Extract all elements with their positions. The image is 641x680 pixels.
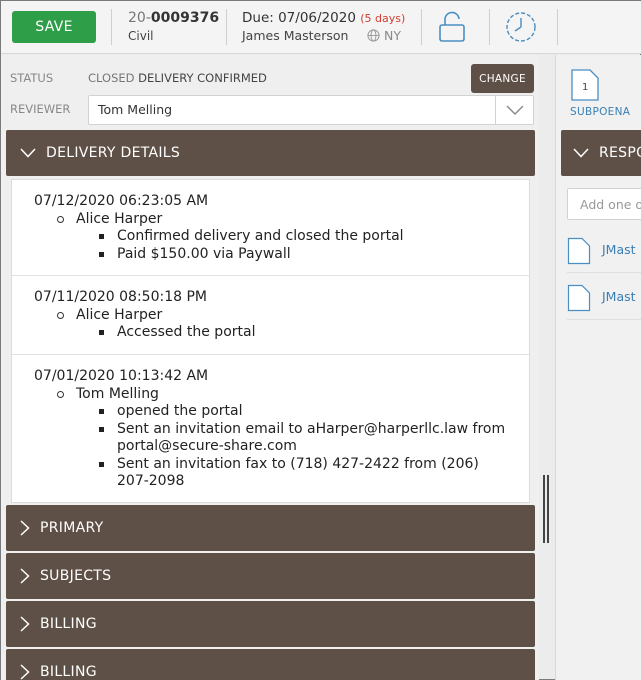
subpoena-count: 1	[582, 82, 588, 93]
log-actor: Tom Melling	[34, 385, 529, 403]
chevron-down-icon	[20, 148, 36, 158]
section-title: DELIVERY DETAILS	[46, 145, 181, 161]
section-title: PRIMARY	[40, 520, 104, 536]
log-action: Accessed the portal	[99, 324, 529, 342]
section-title: SUBJECTS	[40, 568, 112, 584]
log-entry: 07/11/2020 08:50:18 PM Alice Harper Acce…	[12, 276, 529, 355]
assignee-name: James Masterson	[242, 28, 349, 43]
documents-panel: 1 SUBPOENA RESPO Add one o JMast JMast	[555, 55, 641, 680]
due-date: Due: 07/06/2020 (5 days)	[242, 10, 405, 26]
case-number: 20-0009376	[128, 10, 219, 26]
case-number-digits: 0009376	[150, 10, 220, 26]
chevron-down-icon	[573, 148, 589, 158]
log-actor: Alice Harper	[34, 306, 529, 324]
clock-icon[interactable]	[504, 10, 538, 44]
divider	[557, 9, 558, 45]
log-action: Confirmed delivery and closed the portal	[99, 228, 529, 246]
case-prefix: 20-	[128, 10, 151, 26]
log-timestamp: 07/11/2020 08:50:18 PM	[34, 289, 207, 305]
log-timestamp: 07/12/2020 06:23:05 AM	[34, 193, 209, 209]
case-type: Civil	[128, 29, 154, 43]
subpoena-document-icon[interactable]: 1	[570, 68, 600, 102]
add-response-input[interactable]: Add one o	[567, 188, 641, 220]
section-title: RESPO	[599, 145, 641, 161]
reviewer-select[interactable]: Tom Melling	[88, 95, 534, 125]
location: NY	[367, 28, 401, 43]
location-code: NY	[384, 28, 401, 43]
chevron-right-icon	[20, 568, 30, 584]
section-subjects[interactable]: SUBJECTS	[6, 553, 535, 599]
section-delivery-details[interactable]: DELIVERY DETAILS	[6, 130, 535, 176]
reviewer-label: REVIEWER	[10, 102, 71, 116]
subpoena-label[interactable]: SUBPOENA	[570, 106, 630, 118]
file-name[interactable]: JMast	[602, 242, 636, 257]
status-closed: CLOSED	[88, 71, 135, 85]
chevron-down-icon[interactable]	[495, 96, 533, 124]
log-action: opened the portal	[99, 403, 529, 421]
log-actions: Confirmed delivery and closed the portal…	[34, 228, 529, 263]
section-responses[interactable]: RESPO	[561, 130, 641, 176]
divider	[421, 9, 422, 45]
chevron-right-icon	[20, 520, 30, 536]
reviewer-value: Tom Melling	[98, 102, 173, 117]
log-actions: opened the portal Sent an invitation ema…	[34, 403, 529, 491]
log-action: Sent an invitation email to aHarper@harp…	[99, 421, 529, 456]
log-actions: Accessed the portal	[34, 324, 529, 342]
delivery-log: 07/12/2020 06:23:05 AM Alice Harper Conf…	[11, 179, 530, 503]
section-primary[interactable]: PRIMARY	[6, 505, 535, 551]
chevron-right-icon	[20, 664, 30, 680]
grip-line	[543, 475, 545, 543]
panel-resize-handle[interactable]	[543, 475, 550, 543]
divider	[489, 9, 490, 45]
divider	[226, 9, 227, 45]
globe-icon	[367, 29, 380, 42]
file-icon	[567, 284, 591, 312]
log-timestamp: 07/01/2020 10:13:42 AM	[34, 368, 209, 384]
status-label: STATUS	[10, 71, 54, 85]
section-billing[interactable]: BILLING	[6, 649, 535, 680]
file-item[interactable]: JMast	[567, 273, 641, 320]
case-details-panel: STATUS CLOSED DELIVERY CONFIRMED CHANGE …	[1, 55, 539, 680]
file-icon	[567, 237, 591, 265]
section-title: BILLING	[40, 616, 97, 632]
section-title: BILLING	[40, 664, 97, 680]
log-action: Paid $150.00 via Paywall	[99, 246, 529, 264]
save-button[interactable]: SAVE	[12, 11, 96, 43]
due-date-text: Due: 07/06/2020	[242, 10, 356, 26]
due-days-badge: (5 days)	[360, 12, 406, 25]
change-status-button[interactable]: CHANGE	[471, 64, 534, 93]
chevron-right-icon	[20, 616, 30, 632]
unlock-icon[interactable]	[437, 11, 467, 43]
divider	[111, 9, 112, 45]
top-toolbar: SAVE 20-0009376 Civil Due: 07/06/2020 (5…	[1, 1, 641, 54]
status-state: DELIVERY CONFIRMED	[138, 71, 267, 85]
log-entry: 07/01/2020 10:13:42 AM Tom Melling opene…	[12, 355, 529, 502]
file-item[interactable]: JMast	[567, 226, 641, 273]
log-actor: Alice Harper	[34, 210, 529, 228]
log-action: Sent an invitation fax to (718) 427-2422…	[99, 456, 529, 491]
grip-line	[547, 475, 549, 543]
file-name[interactable]: JMast	[602, 289, 636, 304]
section-billing[interactable]: BILLING	[6, 601, 535, 647]
status-value: CLOSED DELIVERY CONFIRMED	[88, 71, 267, 85]
log-entry: 07/12/2020 06:23:05 AM Alice Harper Conf…	[12, 180, 529, 276]
